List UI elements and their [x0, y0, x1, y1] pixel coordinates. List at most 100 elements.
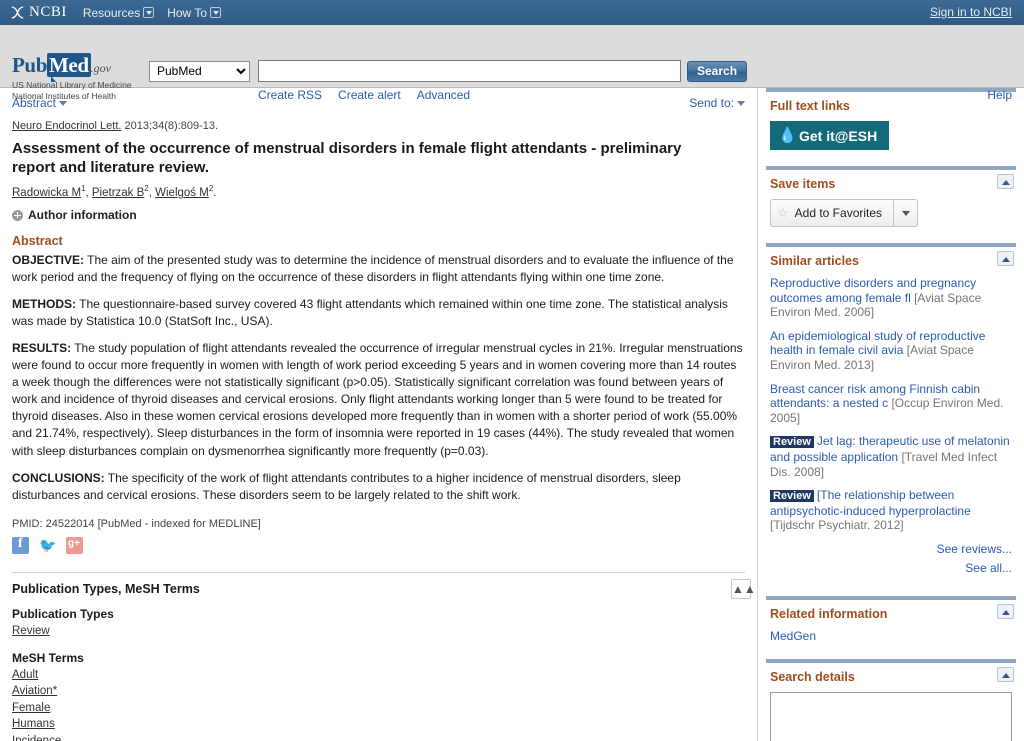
review-badge: Review — [770, 436, 814, 449]
save-items-section: Save items ☆ Add to Favorites — [758, 174, 1024, 227]
facebook-icon[interactable] — [12, 536, 29, 554]
divider — [766, 166, 1016, 170]
collapse-icon[interactable] — [997, 603, 1014, 619]
article-body: Neuro Endocrinol Lett. 2013;34(8):809-13… — [0, 110, 757, 554]
see-all-link[interactable]: See all... — [965, 561, 1012, 575]
display-mode-label: Abstract — [12, 96, 57, 110]
abstract-section-text: The questionnaire-based survey covered 4… — [12, 297, 728, 329]
mesh-term-link[interactable]: Incidence — [12, 735, 61, 741]
search-input[interactable] — [258, 60, 681, 82]
abstract-paragraph-objective: OBJECTIVE: The aim of the presented stud… — [12, 252, 745, 286]
list-item: Aviation* — [12, 683, 745, 699]
review-badge: Review — [770, 490, 814, 503]
main-column: Abstract Send to: Neuro Endocrinol Lett.… — [0, 88, 757, 741]
author-link[interactable]: Pietrzak B — [92, 187, 144, 199]
menu-item-how-to[interactable]: How To — [167, 6, 221, 20]
related-information-section: Related information MedGen — [758, 603, 1024, 643]
author-information-label: Author information — [28, 208, 137, 223]
list-item: An epidemiological study of reproductive… — [770, 329, 1012, 373]
ncbi-logo[interactable]: NCBI — [10, 4, 67, 21]
abstract-section-label: OBJECTIVE: — [12, 253, 85, 268]
list-item: Female — [12, 700, 745, 716]
ncbi-menu: Resources How To — [83, 6, 221, 20]
flame-icon: 💧 — [778, 127, 797, 144]
related-information-heading: Related information — [770, 603, 1014, 621]
chevron-down-icon — [210, 7, 221, 18]
mesh-panel-title: Publication Types, MeSH Terms — [12, 581, 200, 596]
display-mode-dropdown[interactable]: Abstract — [12, 96, 68, 110]
twitter-icon[interactable] — [39, 537, 56, 554]
related-information-label: Related information — [770, 606, 888, 621]
add-to-favorites-button[interactable]: ☆ Add to Favorites — [771, 200, 893, 226]
search-row: PubMed Search — [149, 60, 748, 82]
author-information-toggle[interactable]: Author information — [12, 208, 745, 222]
similar-articles-label: Similar articles — [770, 254, 859, 268]
publication-types-heading: Publication Types — [12, 606, 114, 621]
abstract-section-label: METHODS: — [12, 297, 76, 312]
full-text-links-heading: Full text links — [770, 99, 850, 113]
mesh-term-link[interactable]: Female — [12, 702, 50, 714]
mesh-collapse-button[interactable]: ▲▲ — [731, 578, 756, 599]
pmid-line: PMID: 24522014 [PubMed - indexed for MED… — [12, 517, 261, 530]
chevron-down-icon — [737, 101, 745, 107]
pubmed-logo-pub: Pub — [12, 53, 47, 77]
publication-type-link[interactable]: Review — [12, 625, 50, 637]
author-link[interactable]: Radowicka M — [12, 187, 81, 199]
see-reviews-link[interactable]: See reviews... — [937, 542, 1012, 556]
mesh-term-link[interactable]: Humans — [12, 718, 55, 730]
similar-articles-links: See reviews... See all... — [770, 542, 1012, 575]
search-details-heading: Search details — [770, 666, 1014, 684]
sign-in-link[interactable]: Sign in to NCBI — [930, 5, 1012, 19]
mesh-term-link[interactable]: Aviation* — [12, 685, 57, 697]
save-items-label: Save items — [770, 177, 836, 191]
search-button[interactable]: Search — [687, 60, 748, 82]
menu-item-resources[interactable]: Resources — [82, 5, 155, 20]
favorites-dropdown-toggle[interactable] — [893, 200, 917, 226]
mesh-term-link[interactable]: Adult — [12, 669, 38, 681]
similar-article-source: [Tijdschr Psychiatr. 2012] — [770, 518, 904, 533]
send-to-dropdown[interactable]: Send to: — [689, 96, 745, 110]
collapse-icon[interactable] — [997, 666, 1014, 682]
sidebar: Full text links 💧 Get it@ESH Save items … — [757, 88, 1024, 741]
divider — [766, 658, 1016, 663]
mesh-terms-list: Adult Aviation* Female Humans Incidence … — [12, 667, 745, 741]
author-name: Radowicka M — [12, 187, 82, 200]
related-info-links: MedGen — [770, 629, 1012, 643]
page-content: Abstract Send to: Neuro Endocrinol Lett.… — [0, 88, 1024, 741]
list-item: Review Jet lag: therapeutic use of melato… — [770, 434, 1012, 479]
collapse-icon[interactable] — [997, 251, 1014, 266]
journal-name-link[interactable]: Neuro Endocrinol Lett. — [12, 120, 121, 132]
author-affiliation-marker: 2 — [144, 184, 149, 194]
menu-item-resources-label: Resources — [82, 5, 141, 20]
abstract-paragraph-conclusions: CONCLUSIONS: The specificity of the work… — [12, 470, 745, 504]
google-plus-icon[interactable] — [66, 536, 83, 554]
collapse-icon[interactable] — [997, 174, 1014, 189]
similar-articles-heading: Similar articles — [770, 251, 1014, 268]
article-toolbar: Abstract Send to: — [0, 88, 757, 110]
divider — [766, 243, 1016, 247]
get-it-esh-button[interactable]: 💧 Get it@ESH — [770, 121, 890, 150]
list-item: Humans — [12, 716, 745, 732]
database-select[interactable]: PubMed — [149, 60, 250, 82]
send-to-label: Send to: — [689, 96, 734, 110]
social-share-bar — [12, 536, 745, 554]
chevron-down-icon — [59, 101, 68, 107]
search-details-textarea[interactable] — [770, 691, 1012, 741]
star-icon: ☆ — [777, 205, 789, 220]
article-title: Assessment of the occurrence of menstrua… — [12, 140, 682, 177]
abstract-heading: Abstract — [12, 234, 63, 249]
mesh-terms-heading: MeSH Terms — [12, 651, 84, 666]
pubmed-logo-word: PubMed — [12, 53, 91, 77]
author-link[interactable]: Wielgoś M — [155, 187, 209, 199]
medgen-link[interactable]: MedGen — [770, 629, 816, 643]
publication-types-list: Review — [12, 623, 745, 639]
list-item: Review [The relationship between antipsyc… — [770, 488, 1012, 533]
abstract-section-label: RESULTS: — [12, 341, 72, 356]
pubmed-logo-med: Med — [47, 53, 91, 77]
list-item: Incidence — [12, 733, 745, 741]
abstract-section-text: The study population of flight attendant… — [12, 341, 743, 458]
list-item: Review — [12, 623, 745, 639]
divider — [766, 88, 1016, 92]
